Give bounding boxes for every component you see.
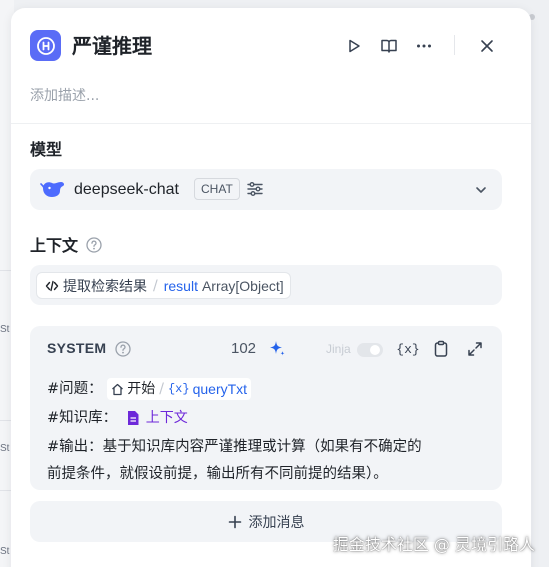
path-separator: / bbox=[159, 381, 164, 397]
canvas-node-fragment: St bbox=[0, 443, 10, 454]
insert-variable-button[interactable]: {x} bbox=[396, 339, 420, 359]
prompt-text: #知识库： bbox=[47, 410, 118, 426]
network-node-icon bbox=[30, 30, 61, 61]
copy-prompt-button[interactable] bbox=[430, 339, 452, 359]
close-icon bbox=[481, 40, 493, 52]
prompt-text: #问题： bbox=[47, 381, 103, 397]
watermark: 掘金技术社区 @ 灵境引路人 bbox=[332, 535, 535, 554]
jinja-toggle[interactable] bbox=[357, 343, 383, 357]
book-open-icon bbox=[381, 39, 397, 53]
prompt-line-question[interactable]: #问题： 开始 / {x} queryTxt bbox=[47, 378, 252, 400]
node-config-panel: 严谨推理 添加描述... 模型 deepseek-chat CHAT 上下文 提… bbox=[11, 8, 531, 567]
sliders-icon[interactable] bbox=[246, 180, 264, 198]
code-icon bbox=[45, 280, 59, 291]
jinja-label: Jinja bbox=[326, 342, 351, 356]
model-mode-badge: CHAT bbox=[194, 178, 240, 200]
more-horizontal-icon bbox=[417, 44, 431, 48]
document-icon bbox=[127, 411, 139, 425]
sparkle-icon bbox=[270, 341, 285, 356]
node-title[interactable]: 严谨推理 bbox=[72, 32, 152, 60]
prompt-line-output-2[interactable]: 前提条件，就假设前提，输出所有不同前提的结果）。 bbox=[47, 464, 388, 484]
path-separator: / bbox=[153, 277, 158, 294]
question-circle-icon[interactable] bbox=[115, 341, 131, 357]
question-circle-icon[interactable] bbox=[86, 237, 102, 253]
plus-icon bbox=[228, 515, 241, 528]
clipboard-icon bbox=[434, 340, 448, 357]
system-role-label: SYSTEM bbox=[47, 340, 107, 356]
variable-braces-icon: {x} bbox=[396, 341, 420, 357]
play-icon bbox=[349, 39, 360, 53]
context-variable-chip[interactable]: 提取检索结果 / result Array[Object] bbox=[36, 272, 291, 299]
ai-generate-button[interactable] bbox=[266, 339, 288, 359]
context-variable-type: Array[Object] bbox=[201, 277, 284, 294]
model-selector[interactable]: deepseek-chat CHAT bbox=[30, 169, 502, 210]
home-icon bbox=[112, 383, 124, 395]
variable-braces-icon: {x} bbox=[167, 382, 190, 396]
model-section-label: 模型 bbox=[30, 140, 63, 159]
context-section-label: 上下文 bbox=[30, 236, 79, 255]
context-variable-name: result bbox=[163, 277, 198, 294]
add-message-label: 添加消息 bbox=[248, 514, 305, 531]
prompt-variable-name: queryTxt bbox=[192, 381, 248, 397]
toggle-knob bbox=[370, 345, 380, 355]
expand-icon bbox=[468, 342, 482, 356]
knowledge-variable-chip[interactable]: 上下文 bbox=[122, 407, 192, 429]
chevron-down-icon[interactable] bbox=[474, 183, 488, 197]
prompt-char-count: 102 bbox=[231, 340, 257, 357]
docs-button[interactable] bbox=[378, 35, 400, 57]
context-variable-field[interactable]: 提取检索结果 / result Array[Object] bbox=[30, 265, 502, 305]
context-node-name: 提取检索结果 bbox=[63, 278, 147, 295]
expand-editor-button[interactable] bbox=[464, 339, 486, 359]
panel-header: 严谨推理 添加描述... bbox=[11, 8, 531, 124]
model-name: deepseek-chat bbox=[74, 181, 179, 198]
canvas-node-fragment: St bbox=[0, 546, 10, 557]
prompt-line-knowledge[interactable]: #知识库： 上下文 bbox=[47, 407, 192, 429]
deepseek-whale-icon bbox=[40, 182, 65, 197]
header-divider bbox=[454, 35, 455, 55]
prompt-variable-node: 开始 bbox=[127, 381, 156, 397]
prompt-variable-chip[interactable]: 开始 / {x} queryTxt bbox=[107, 378, 252, 400]
prompt-line-output-1[interactable]: #输出：基于知识库内容严谨推理或计算（如果有不确定的 bbox=[47, 437, 422, 457]
system-prompt-editor: SYSTEM 102 Jinja {x} #问题： 开始 / {x} query… bbox=[30, 326, 502, 490]
run-node-button[interactable] bbox=[343, 35, 365, 57]
description-input[interactable]: 添加描述... bbox=[30, 86, 99, 106]
close-panel-button[interactable] bbox=[476, 35, 498, 57]
knowledge-variable-name: 上下文 bbox=[145, 410, 188, 426]
more-options-button[interactable] bbox=[413, 35, 435, 57]
canvas-node-fragment: St bbox=[0, 324, 10, 335]
